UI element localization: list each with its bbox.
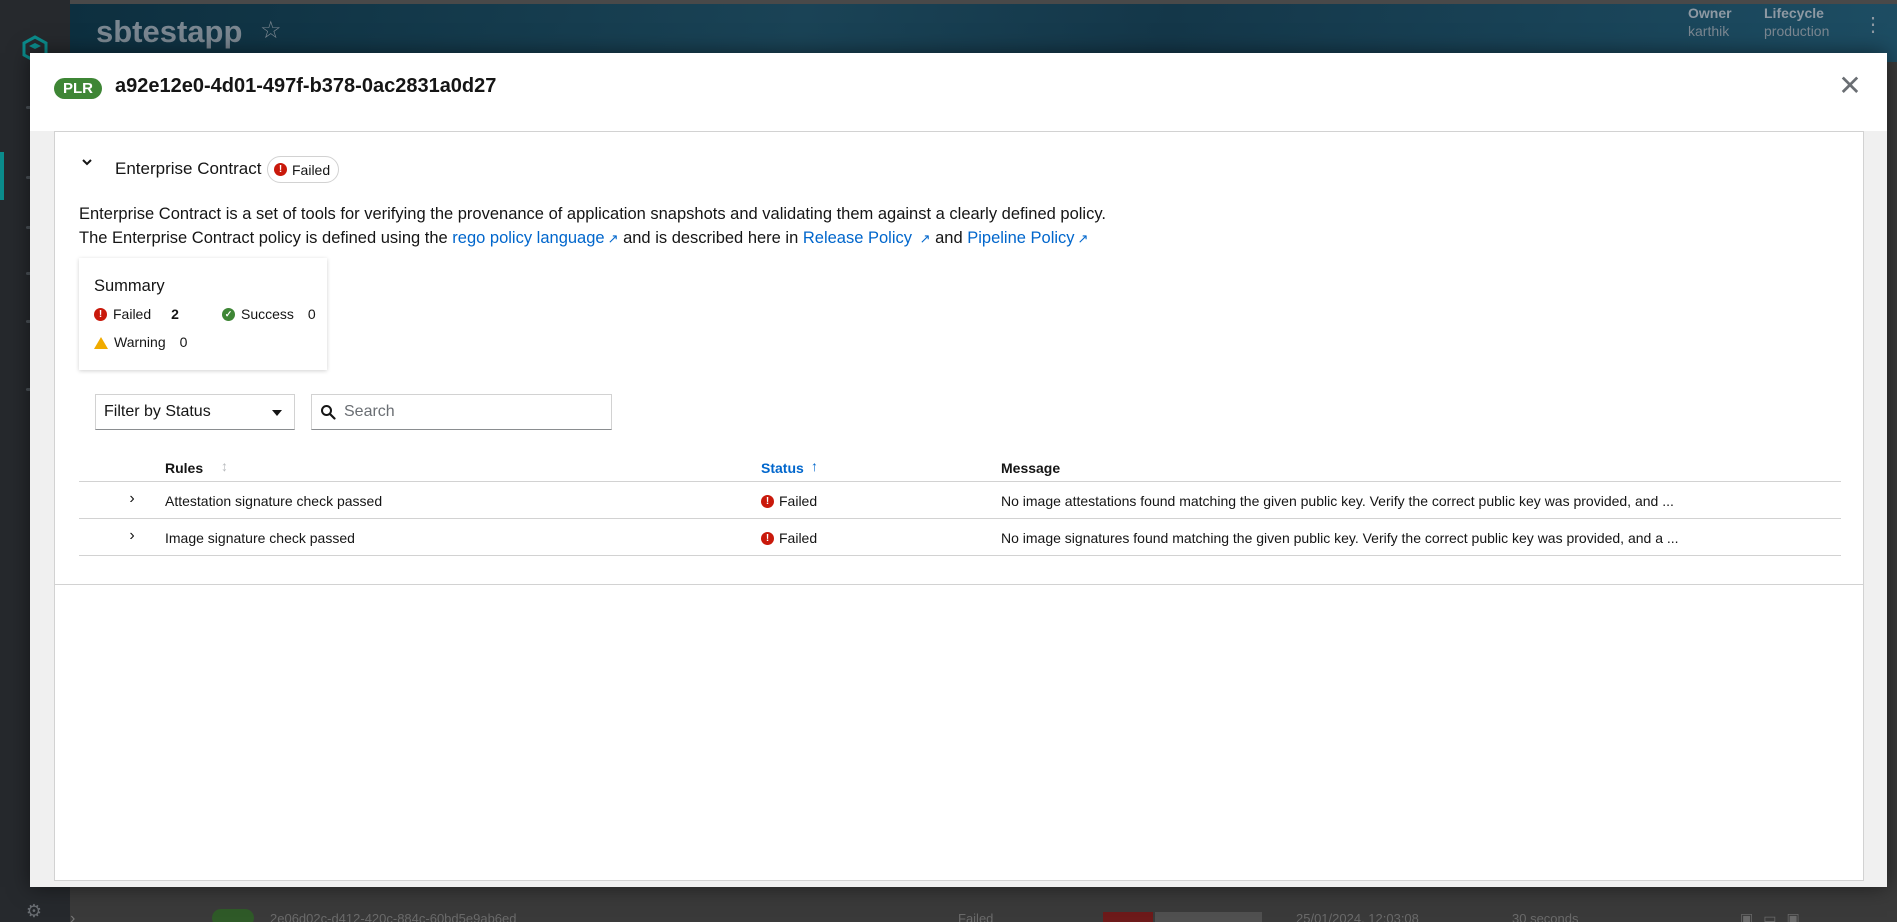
bg-plr-badge [212, 909, 254, 922]
external-link-icon: ↗ [1077, 231, 1089, 246]
bg-row-progress-rest [1155, 912, 1262, 922]
modal-header: PLR a92e12e0-4d01-497f-b378-0ac2831a0d27… [30, 53, 1887, 131]
status-badge-text: Failed [292, 161, 331, 178]
summary-card: Summary ! Failed 2 ✓ Success 0 Warning 0 [79, 258, 327, 370]
sidebar-active-indicator [0, 152, 4, 200]
description-line-2: The Enterprise Contract policy is define… [79, 226, 1106, 251]
modal-title: a92e12e0-4d01-497f-b378-0ac2831a0d27 [115, 75, 497, 97]
exclamation-circle-icon: ! [274, 163, 287, 176]
expand-row-chevron-right-icon[interactable]: › [123, 490, 141, 508]
external-link-icon: ↗ [919, 231, 931, 246]
summary-failed-label: Failed [113, 306, 152, 322]
column-header-message: Message [1001, 460, 1061, 476]
lifecycle-label: Lifecycle [1764, 5, 1824, 21]
check-circle-icon: ✓ [222, 307, 235, 321]
summary-success-count: 0 [307, 306, 316, 322]
pipeline-policy-link[interactable]: Pipeline Policy ↗ [967, 229, 1088, 247]
bg-row-duration: 30 seconds [1512, 911, 1579, 922]
exclamation-circle-icon: ! [94, 307, 107, 321]
bg-row-chevron-icon[interactable]: › [70, 910, 75, 922]
contract-description: Enterprise Contract is a set of tools fo… [79, 202, 1106, 251]
table-row: › Image signature check passed ! Failed … [79, 519, 1841, 556]
status-badge: ! Failed [267, 156, 340, 183]
rule-status: ! Failed [761, 530, 817, 546]
exclamation-circle-icon: ! [761, 494, 774, 508]
warning-triangle-icon [94, 337, 108, 349]
description-middle: and is described here in [623, 229, 799, 247]
column-header-rules[interactable]: Rules [165, 460, 203, 476]
sort-ascending-icon[interactable]: ↑ [811, 458, 818, 474]
plr-badge: PLR [54, 78, 102, 99]
release-policy-link[interactable]: Release Policy ↗ [803, 229, 931, 247]
rule-status-text: Failed [779, 530, 818, 546]
rego-policy-link-text: rego policy language [452, 229, 605, 247]
lifecycle-value: production [1764, 23, 1830, 39]
rego-policy-link[interactable]: rego policy language ↗ [452, 229, 618, 247]
favorite-star-icon[interactable]: ☆ [260, 16, 282, 45]
rule-name: Attestation signature check passed [165, 493, 383, 509]
description-prefix: The Enterprise Contract policy is define… [79, 229, 448, 247]
enterprise-contract-panel: Enterprise Contract ! Failed Enterprise … [55, 132, 1863, 585]
filter-by-status-dropdown[interactable]: Filter by Status [95, 394, 295, 430]
rule-message: No image attestations found matching the… [1001, 493, 1674, 509]
column-header-status[interactable]: Status [761, 460, 804, 476]
bg-row-status: Failed [958, 911, 994, 922]
modal-body: Enterprise Contract ! Failed Enterprise … [54, 131, 1864, 881]
summary-title: Summary [94, 277, 165, 295]
description-and: and [935, 229, 963, 247]
bg-row-time: 25/01/2024, 12:03:08 [1296, 911, 1419, 922]
bg-row-progress-failed [1103, 912, 1153, 922]
sort-arrows-icon[interactable]: ↕ [221, 458, 228, 474]
pipeline-run-modal: PLR a92e12e0-4d01-497f-b378-0ac2831a0d27… [30, 53, 1887, 887]
owner-label: Owner [1688, 5, 1732, 21]
summary-warning-label: Warning [114, 334, 166, 350]
owner-meta: Owner karthik [1688, 4, 1732, 40]
summary-failed: ! Failed 2 [94, 306, 179, 322]
pipeline-policy-link-text: Pipeline Policy [967, 229, 1075, 247]
release-policy-link-text: Release Policy [802, 229, 913, 247]
external-link-icon: ↗ [607, 231, 619, 246]
summary-warning-count: 0 [179, 334, 188, 350]
search-input[interactable] [344, 396, 604, 428]
bg-row-id[interactable]: 2e06d02c-d412-420c-884c-60bd5e9ab6ed [270, 911, 517, 922]
close-button[interactable]: ✕ [1833, 69, 1867, 103]
caret-down-icon [272, 410, 282, 416]
enterprise-contract-title: Enterprise Contract [115, 159, 262, 178]
summary-success: ✓ Success 0 [222, 306, 316, 322]
collapse-toggle-chevron-down-icon[interactable] [77, 155, 97, 175]
rule-status: ! Failed [761, 493, 817, 509]
exclamation-circle-icon: ! [761, 531, 774, 545]
description-line-1: Enterprise Contract is a set of tools fo… [79, 205, 1106, 223]
lifecycle-meta: Lifecycle production [1764, 4, 1829, 40]
owner-value: karthik [1688, 23, 1730, 39]
close-icon: ✕ [1838, 70, 1862, 101]
summary-warning: Warning 0 [94, 334, 187, 350]
kebab-menu-icon[interactable]: ⋮ [1863, 12, 1883, 37]
search-box[interactable] [311, 394, 612, 430]
search-icon [321, 405, 336, 420]
rule-status-text: Failed [779, 493, 818, 509]
table-row: › Attestation signature check passed ! F… [79, 482, 1841, 519]
settings-gear-icon[interactable]: ⚙ [24, 901, 44, 921]
rule-name: Image signature check passed [165, 530, 355, 546]
expand-row-chevron-right-icon[interactable]: › [123, 527, 141, 545]
bg-row-action-icons[interactable]: ▣▭▣ [1740, 910, 1810, 922]
app-title: sbtestapp [96, 14, 243, 49]
summary-failed-count: 2 [171, 306, 179, 322]
rules-table: Rules ↕ Status ↑ Message › Attestation s… [79, 448, 1841, 556]
rule-message: No image signatures found matching the g… [1001, 530, 1679, 546]
filter-by-status-label: Filter by Status [104, 403, 211, 420]
summary-success-label: Success [241, 306, 294, 322]
table-header-row: Rules ↕ Status ↑ Message [79, 448, 1841, 482]
